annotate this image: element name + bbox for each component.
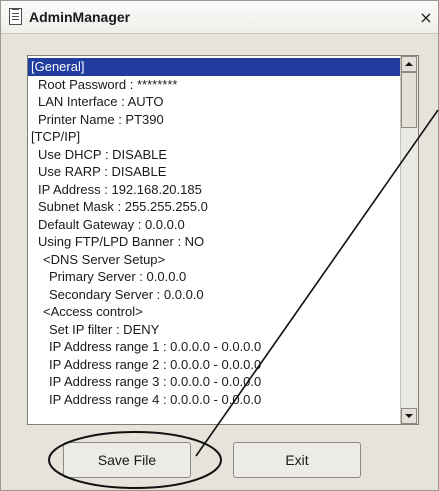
title-bar[interactable]: AdminManager × bbox=[1, 1, 438, 34]
admin-manager-window: AdminManager × [General] Root Password : … bbox=[0, 0, 439, 491]
list-item[interactable]: IP Address : 192.168.20.185 bbox=[28, 181, 402, 199]
list-item[interactable]: Using FTP/LPD Banner : NO bbox=[28, 233, 402, 251]
list-item[interactable]: Subnet Mask : 255.255.255.0 bbox=[28, 198, 402, 216]
list-item[interactable]: IP Address range 3 : 0.0.0.0 - 0.0.0.0 bbox=[28, 373, 402, 391]
list-item[interactable]: <DNS Server Setup> bbox=[28, 251, 402, 269]
scrollbar-thumb[interactable] bbox=[401, 72, 417, 128]
list-item[interactable]: Set IP filter : DENY bbox=[28, 321, 402, 339]
exit-button[interactable]: Exit bbox=[233, 442, 361, 478]
list-item[interactable]: Default Gateway : 0.0.0.0 bbox=[28, 216, 402, 234]
list-item[interactable]: [TCP/IP] bbox=[28, 128, 402, 146]
list-item[interactable]: IP Address range 1 : 0.0.0.0 - 0.0.0.0 bbox=[28, 338, 402, 356]
list-item[interactable]: <Access control> bbox=[28, 303, 402, 321]
list-item[interactable]: Primary Server : 0.0.0.0 bbox=[28, 268, 402, 286]
list-item[interactable]: Secondary Server : 0.0.0.0 bbox=[28, 286, 402, 304]
arrow-down-icon[interactable] bbox=[401, 408, 417, 424]
document-icon bbox=[9, 8, 22, 25]
settings-listbox[interactable]: [General] Root Password : ******** LAN Int… bbox=[27, 55, 419, 425]
list-item[interactable]: Use DHCP : DISABLE bbox=[28, 146, 402, 164]
list-item[interactable]: IP Address range 4 : 0.0.0.0 - 0.0.0.0 bbox=[28, 391, 402, 409]
close-icon[interactable]: × bbox=[417, 9, 435, 27]
save-file-button[interactable]: Save File bbox=[63, 442, 191, 478]
list-item[interactable]: Root Password : ******** bbox=[28, 76, 402, 94]
list-item[interactable]: Printer Name : PT390 bbox=[28, 111, 402, 129]
list-item[interactable]: IP Address range 2 : 0.0.0.0 - 0.0.0.0 bbox=[28, 356, 402, 374]
list-item[interactable]: [General] bbox=[28, 58, 402, 76]
list-item[interactable]: LAN Interface : AUTO bbox=[28, 93, 402, 111]
list-item[interactable]: Use RARP : DISABLE bbox=[28, 163, 402, 181]
window-title: AdminManager bbox=[29, 9, 131, 25]
settings-list: [General] Root Password : ******** LAN Int… bbox=[28, 58, 402, 408]
arrow-up-icon[interactable] bbox=[401, 56, 417, 72]
vertical-scrollbar[interactable] bbox=[400, 56, 418, 424]
